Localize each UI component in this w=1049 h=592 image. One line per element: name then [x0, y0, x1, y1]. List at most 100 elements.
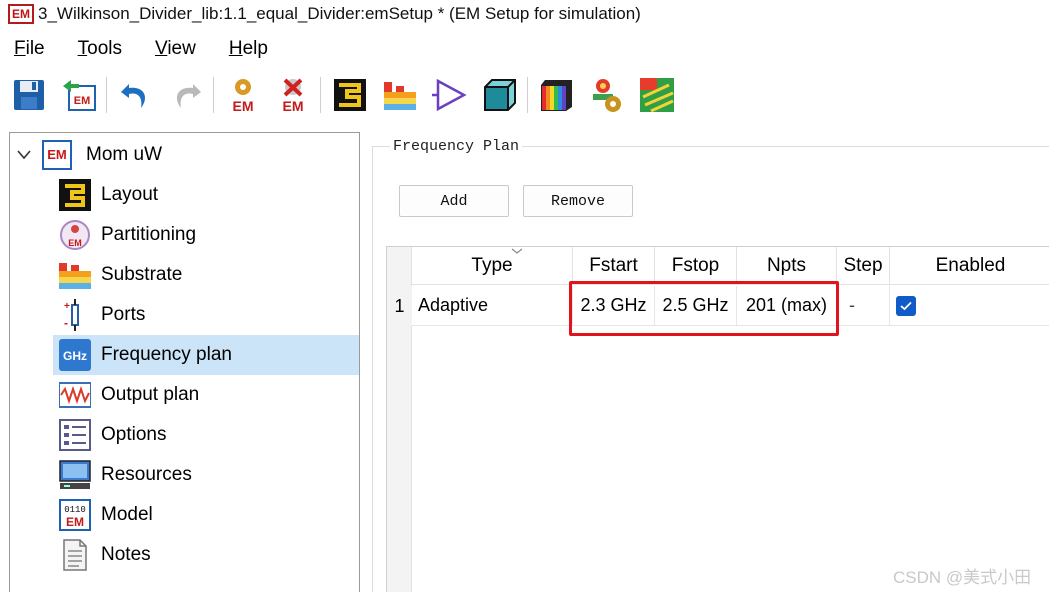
menu-file[interactable]: File: [14, 38, 45, 60]
tree-root-label: Mom uW: [86, 144, 162, 165]
column-header-npts[interactable]: Npts: [737, 247, 837, 285]
tree-item-label: Resources: [101, 464, 192, 485]
partitioning-icon: EM: [59, 219, 91, 251]
tree-item-label: Output plan: [101, 384, 200, 405]
save-button[interactable]: [10, 76, 48, 114]
tree-item-partitioning[interactable]: EM Partitioning: [53, 215, 359, 255]
em-simulate-label: EM: [233, 98, 254, 113]
3d-view-button[interactable]: [481, 76, 519, 114]
gear-tool-icon: [593, 79, 621, 112]
tree-item-frequency-plan[interactable]: GHz Frequency plan: [53, 335, 359, 375]
menu-tools[interactable]: Tools: [78, 38, 122, 60]
substrate-icon: [384, 82, 416, 110]
toolbar-separator: [106, 77, 107, 113]
layout-icon: [59, 179, 91, 211]
em-setup-window: EM 3_Wilkinson_Divider_lib:1.1_equal_Div…: [0, 0, 1049, 592]
menu-view[interactable]: View: [155, 38, 196, 60]
tree-item-label: Notes: [101, 544, 151, 565]
ports-icon: + -: [59, 299, 91, 331]
tree-item-output-plan[interactable]: Output plan: [53, 375, 359, 415]
enabled-checkbox[interactable]: [896, 295, 916, 316]
column-header-label: Npts: [766, 254, 807, 276]
save-icon: [14, 80, 44, 110]
frequency-plan-icon-text: GHz: [63, 349, 87, 363]
menu-help-label: elp: [242, 38, 268, 59]
layout-button[interactable]: [331, 76, 369, 114]
column-header-label: Type: [471, 254, 513, 276]
current-view-icon: [640, 78, 674, 113]
gear-tool-button[interactable]: [588, 76, 626, 114]
tree-item-label: Model: [101, 504, 153, 525]
redo-icon: [177, 84, 201, 108]
partitioning-em-label: EM: [68, 238, 82, 248]
watermark: CSDN @美式小田: [893, 568, 1032, 587]
column-header-enabled[interactable]: Enabled: [890, 247, 1049, 285]
em-stop-button[interactable]: EM: [274, 76, 312, 114]
undo-button[interactable]: [117, 76, 155, 114]
menu-tools-label: ools: [87, 38, 122, 59]
tree-item-substrate[interactable]: Substrate: [53, 255, 359, 295]
svg-text:-: -: [64, 316, 68, 330]
tree-root-mom-uw[interactable]: EM Mom uW: [10, 137, 162, 173]
tree-item-resources[interactable]: Resources: [53, 455, 359, 495]
undo-icon: [121, 84, 145, 108]
em-import-button[interactable]: EM: [60, 76, 98, 114]
checkmark-icon: [900, 301, 912, 310]
component-button[interactable]: [431, 76, 469, 114]
current-view-button[interactable]: [638, 76, 676, 114]
chevron-down-icon[interactable]: [14, 145, 34, 165]
column-header-label: Step: [843, 254, 883, 276]
substrate-icon: [59, 259, 91, 291]
column-header-type[interactable]: Type: [412, 247, 573, 285]
setup-tree-panel: EM Mom uW Layout EM Partitioning Substra…: [9, 132, 360, 592]
tree-item-layout[interactable]: Layout: [53, 175, 359, 215]
column-header-fstart[interactable]: Fstart: [573, 247, 655, 285]
model-icon-bits: 0110: [64, 505, 86, 515]
em-badge-icon: EM: [42, 140, 72, 170]
options-icon: [59, 419, 91, 451]
em-simulate-button[interactable]: EM: [224, 76, 262, 114]
tree-item-label: Substrate: [101, 264, 183, 285]
app-logo-icon: EM: [8, 4, 34, 24]
em-import-icon: EM: [63, 80, 96, 111]
cell-enabled[interactable]: [890, 286, 1049, 326]
menu-view-mnemonic: V: [154, 38, 168, 59]
column-header-label: Fstop: [671, 254, 720, 276]
toolbar-separator: [213, 77, 214, 113]
color-bands-icon: [541, 80, 572, 111]
em-stop-icon: EM: [283, 78, 304, 113]
menu-help[interactable]: Help: [229, 38, 268, 60]
cell-type[interactable]: Adaptive: [412, 286, 573, 326]
tree-item-label: Ports: [101, 304, 146, 325]
tree-item-model[interactable]: 0110 EM Model: [53, 495, 359, 535]
substrate-button[interactable]: [381, 76, 419, 114]
tree-item-options[interactable]: Options: [53, 415, 359, 455]
column-header-step[interactable]: Step: [837, 247, 890, 285]
tree-item-notes[interactable]: Notes: [53, 535, 359, 575]
notes-icon: [59, 539, 91, 571]
tree-item-ports[interactable]: + - Ports: [53, 295, 359, 335]
em-simulate-icon: EM: [233, 79, 254, 113]
window-title: 3_Wilkinson_Divider_lib:1.1_equal_Divide…: [38, 4, 641, 23]
add-button[interactable]: Add: [399, 185, 509, 217]
model-icon: 0110 EM: [59, 499, 91, 531]
tree-item-label: Frequency plan: [101, 344, 232, 365]
layout-icon: [334, 79, 366, 111]
title-bar: EM 3_Wilkinson_Divider_lib:1.1_equal_Div…: [0, 0, 1049, 28]
component-icon: [432, 78, 467, 112]
cell-step[interactable]: -: [837, 286, 890, 326]
resources-icon: [59, 459, 91, 491]
color-bands-button[interactable]: [538, 76, 576, 114]
output-plan-icon: [59, 379, 91, 411]
remove-button[interactable]: Remove: [523, 185, 633, 217]
column-header-label: Fstart: [589, 254, 638, 276]
redo-button[interactable]: [167, 76, 205, 114]
tree-item-label: Partitioning: [101, 224, 197, 245]
menu-file-label: ile: [25, 38, 45, 59]
tree-item-label: Options: [101, 424, 167, 445]
tree-item-label: Layout: [101, 184, 159, 205]
column-header-fstop[interactable]: Fstop: [655, 247, 737, 285]
menu-tools-mnemonic: T: [77, 38, 88, 59]
toolbar: EM EM EM: [0, 72, 1049, 118]
model-icon-em: EM: [66, 515, 84, 529]
